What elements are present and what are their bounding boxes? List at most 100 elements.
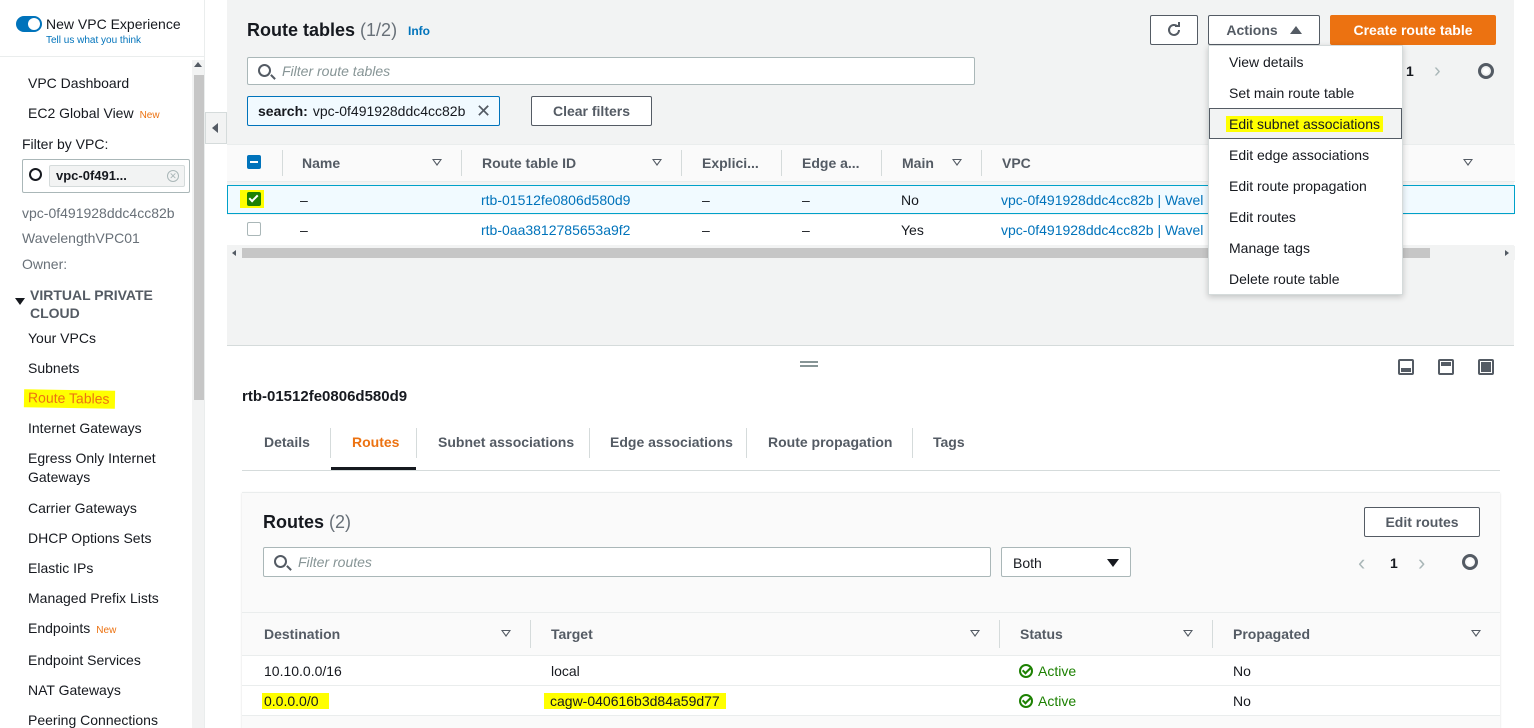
column-header-main[interactable]: Main <box>902 144 934 182</box>
sort-icon[interactable] <box>432 159 442 166</box>
remove-filter-icon[interactable]: ✕ <box>476 101 491 122</box>
status-ok-icon <box>1019 664 1033 678</box>
collapse-sidebar-button[interactable] <box>205 112 227 144</box>
menu-item-edit-routes[interactable]: Edit routes <box>1229 209 1296 225</box>
view-bottom-icon[interactable] <box>1398 359 1414 375</box>
menu-item-manage-tags[interactable]: Manage tags <box>1229 240 1310 256</box>
sidebar-item-subnets[interactable]: Subnets <box>28 360 79 376</box>
next-page-icon[interactable]: › <box>1418 550 1425 576</box>
column-header-status[interactable]: Status <box>1020 626 1063 642</box>
scroll-right-icon[interactable] <box>1505 250 1509 256</box>
prev-page-icon[interactable]: ‹ <box>1358 550 1365 576</box>
create-route-table-button[interactable]: Create route table <box>1330 15 1496 45</box>
vpc-filter-value: vpc-0f491... <box>56 168 127 183</box>
filter-token: search: vpc-0f491928ddc4cc82b ✕ <box>247 96 500 126</box>
resize-handle[interactable] <box>800 361 818 363</box>
scroll-left-icon[interactable] <box>232 250 236 256</box>
sidebar-item-egress-only[interactable]: Egress Only Internet Gateways <box>28 450 156 485</box>
column-header-edge[interactable]: Edge a... <box>802 144 860 182</box>
column-header-name[interactable]: Name <box>302 144 340 182</box>
cell-vpc[interactable]: vpc-0f491928ddc4cc82b | Wavel <box>1001 222 1203 238</box>
next-page-icon[interactable]: › <box>1434 60 1441 83</box>
sort-icon[interactable] <box>1183 630 1193 637</box>
page-title-text: Route tables <box>247 20 356 40</box>
sidebar-item-your-vpcs[interactable]: Your VPCs <box>28 330 96 346</box>
sidebar-item-dhcp[interactable]: DHCP Options Sets <box>28 530 151 546</box>
sidebar-item-endpoint-services[interactable]: Endpoint Services <box>28 652 141 668</box>
column-header-destination[interactable]: Destination <box>264 626 340 642</box>
tab-details[interactable]: Details <box>264 434 310 450</box>
sidebar-item-peering[interactable]: Peering Connections <box>28 712 158 728</box>
caret-down-icon <box>1107 559 1119 567</box>
sidebar-scroll-thumb[interactable] <box>194 75 204 400</box>
refresh-button[interactable] <box>1150 15 1198 45</box>
menu-item-edit-route-propagation[interactable]: Edit route propagation <box>1229 178 1367 194</box>
settings-gear-icon[interactable] <box>1478 63 1494 79</box>
column-header-vpc[interactable]: VPC <box>1002 144 1031 182</box>
search-icon <box>258 64 271 77</box>
vpc-filter[interactable]: vpc-0f491... ✕ <box>22 159 190 193</box>
refresh-icon <box>1168 22 1180 36</box>
tab-routes[interactable]: Routes <box>352 434 399 450</box>
routes-page-number[interactable]: 1 <box>1390 555 1398 571</box>
tab-tags[interactable]: Tags <box>933 434 965 450</box>
sidebar: New VPC Experience Tell us what you thin… <box>0 0 205 728</box>
scroll-up-icon[interactable] <box>194 62 202 67</box>
sort-icon[interactable] <box>1463 159 1473 166</box>
table-row <box>242 686 1500 716</box>
filter-by-vpc-label: Filter by VPC: <box>22 136 109 152</box>
edit-routes-button[interactable]: Edit routes <box>1364 507 1480 537</box>
menu-item-view-details[interactable]: View details <box>1229 54 1303 70</box>
actions-button[interactable]: Actions <box>1208 15 1320 45</box>
cell-route-table-id[interactable]: rtb-01512fe0806d580d9 <box>481 192 630 208</box>
cell-vpc[interactable]: vpc-0f491928ddc4cc82b | Wavel <box>1001 192 1203 208</box>
column-header-target[interactable]: Target <box>551 626 593 642</box>
sidebar-item-prefix-lists[interactable]: Managed Prefix Lists <box>28 590 159 606</box>
sidebar-item-internet-gateways[interactable]: Internet Gateways <box>28 420 142 436</box>
sidebar-item-carrier-gateways[interactable]: Carrier Gateways <box>28 500 137 516</box>
sort-icon[interactable] <box>952 159 962 166</box>
section-title[interactable]: VIRTUAL PRIVATE CLOUD <box>30 286 153 322</box>
row-checkbox[interactable] <box>247 222 261 236</box>
tab-subnet-associations[interactable]: Subnet associations <box>438 434 574 450</box>
menu-item-set-main[interactable]: Set main route table <box>1229 85 1354 101</box>
filter-route-tables-input[interactable]: Filter route tables <box>247 57 975 85</box>
sort-icon[interactable] <box>652 159 662 166</box>
menu-item-edit-edge-associations[interactable]: Edit edge associations <box>1229 147 1369 163</box>
menu-item-delete[interactable]: Delete route table <box>1229 271 1340 287</box>
resize-handle[interactable] <box>800 365 818 367</box>
sidebar-item-elastic-ips[interactable]: Elastic IPs <box>28 560 93 576</box>
settings-gear-icon[interactable] <box>1462 554 1478 570</box>
row-checkbox[interactable] <box>247 192 261 206</box>
sidebar-item-nat-gateways[interactable]: NAT Gateways <box>28 682 121 698</box>
tab-edge-associations[interactable]: Edge associations <box>610 434 733 450</box>
sidebar-item-endpoints[interactable]: Endpoints New <box>28 620 116 636</box>
column-header-propagated[interactable]: Propagated <box>1233 626 1310 642</box>
clear-token-icon[interactable]: ✕ <box>167 170 179 182</box>
route-type-select[interactable]: Both <box>1001 547 1131 577</box>
select-all-checkbox[interactable] <box>247 155 261 169</box>
filter-routes-input[interactable]: Filter routes <box>263 547 991 577</box>
cell-explicit: – <box>702 222 710 238</box>
sidebar-item-ec2-global-view[interactable]: EC2 Global View New <box>28 105 160 121</box>
feedback-link[interactable]: Tell us what you think <box>46 35 141 46</box>
info-link[interactable]: Info <box>408 24 430 38</box>
sort-icon[interactable] <box>970 630 980 637</box>
view-side-icon[interactable] <box>1438 359 1454 375</box>
sidebar-item-route-tables[interactable]: Route Tables <box>23 389 116 409</box>
page-number[interactable]: 1 <box>1406 63 1414 79</box>
column-header-explicit[interactable]: Explici... <box>702 144 759 182</box>
view-full-icon[interactable] <box>1478 359 1494 375</box>
sidebar-item-vpc-dashboard[interactable]: VPC Dashboard <box>28 75 129 91</box>
sort-icon[interactable] <box>1471 630 1481 637</box>
cell-status: Active <box>1019 663 1076 679</box>
cell-route-table-id[interactable]: rtb-0aa3812785653a9f2 <box>481 222 630 238</box>
column-header-route-table-id[interactable]: Route table ID <box>482 144 576 182</box>
menu-item-edit-subnet-associations[interactable]: Edit subnet associations <box>1226 116 1383 132</box>
sort-icon[interactable] <box>501 630 511 637</box>
tab-route-propagation[interactable]: Route propagation <box>768 434 892 450</box>
caret-down-icon[interactable] <box>15 298 25 305</box>
new-experience-toggle[interactable] <box>16 16 42 32</box>
section-title-line: CLOUD <box>30 305 80 321</box>
clear-filters-button[interactable]: Clear filters <box>531 96 652 126</box>
